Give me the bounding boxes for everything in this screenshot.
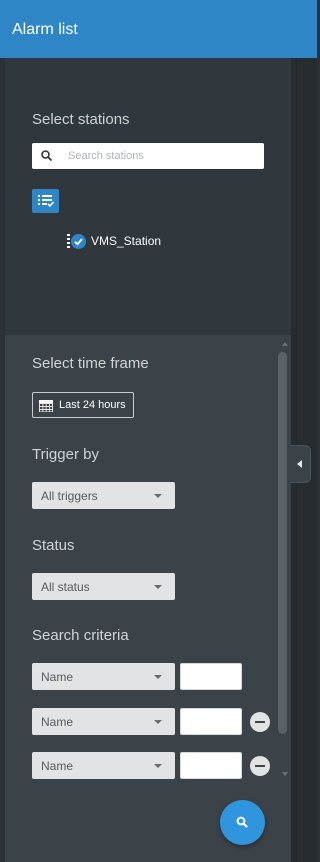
check-icon	[74, 238, 83, 246]
status-title: Status	[32, 537, 75, 554]
status-select[interactable]: All status	[32, 573, 175, 600]
time-frame-button[interactable]: Last 24 hours	[32, 392, 134, 418]
search-button[interactable]	[220, 800, 265, 845]
criteria-field-select[interactable]: Name	[32, 752, 175, 779]
time-frame-label: Last 24 hours	[59, 399, 126, 411]
status-select-value: All status	[41, 580, 90, 594]
page-title: Alarm list	[12, 21, 78, 38]
criteria-title: Search criteria	[32, 627, 129, 644]
chevron-left-icon	[297, 460, 302, 468]
remove-criteria-button[interactable]	[250, 756, 270, 776]
criteria-field-select[interactable]: Name	[32, 663, 175, 690]
station-label: VMS_Station	[91, 234, 162, 248]
criteria-field-value: Name	[41, 759, 74, 773]
time-frame-title: Select time frame	[32, 355, 149, 372]
list-check-icon	[38, 195, 54, 208]
select-all-stations-button[interactable]	[32, 189, 59, 213]
criteria-field-value: Name	[41, 715, 74, 729]
remove-criteria-button[interactable]	[250, 712, 270, 732]
criteria-value-input[interactable]	[180, 708, 242, 735]
scroll-down-icon[interactable]	[282, 772, 288, 776]
scrollbar-thumb[interactable]	[278, 352, 287, 734]
search-placeholder: Search stations	[68, 150, 144, 162]
minus-icon	[255, 765, 265, 767]
search-icon	[236, 816, 248, 828]
trigger-title: Trigger by	[32, 446, 99, 463]
criteria-field-value: Name	[41, 670, 74, 684]
chevron-down-icon	[154, 494, 162, 498]
scroll-up-icon[interactable]	[282, 342, 288, 346]
search-stations-input[interactable]: Search stations	[32, 143, 264, 169]
minus-icon	[255, 721, 265, 723]
chevron-down-icon	[154, 764, 162, 768]
criteria-value-input[interactable]	[180, 752, 242, 779]
station-checkbox[interactable]	[71, 234, 86, 249]
trigger-select[interactable]: All triggers	[32, 482, 175, 509]
criteria-field-select[interactable]: Name	[32, 708, 175, 735]
calendar-icon	[39, 400, 53, 412]
app-header: Alarm list	[0, 0, 317, 58]
stations-section-title: Select stations	[32, 111, 130, 128]
search-icon	[41, 150, 53, 162]
chevron-down-icon	[154, 585, 162, 589]
station-list-icon	[67, 234, 70, 248]
trigger-select-value: All triggers	[41, 489, 98, 503]
criteria-value-input[interactable]	[180, 663, 242, 690]
chevron-down-icon	[154, 720, 162, 724]
collapse-panel-button[interactable]	[291, 445, 311, 483]
chevron-down-icon	[154, 675, 162, 679]
